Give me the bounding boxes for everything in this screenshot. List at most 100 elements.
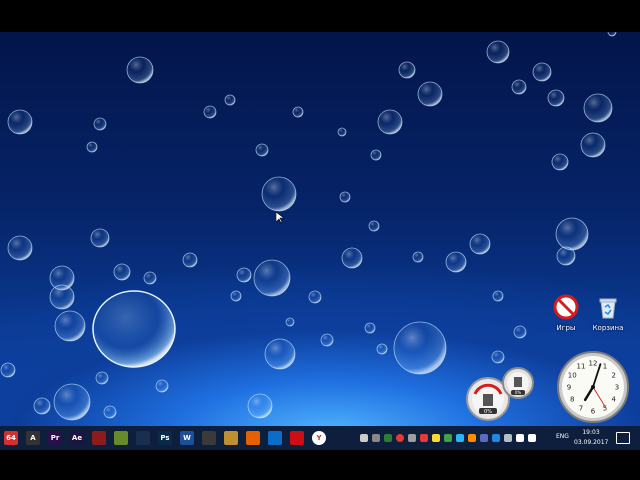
media-icon[interactable] (360, 434, 368, 442)
bubble (49, 284, 75, 310)
clock-numeral: 10 (568, 372, 577, 380)
clock-numeral: 3 (615, 384, 619, 392)
bubble (492, 290, 504, 302)
bubble (230, 290, 242, 302)
network-app-icon[interactable] (384, 434, 392, 442)
no-entry-icon (553, 294, 579, 320)
bubble (126, 56, 154, 84)
world-of-tanks-icon[interactable] (202, 431, 216, 445)
bubbles-wallpaper (0, 32, 617, 421)
taskbar-date: 03.09.2017 (574, 439, 609, 446)
bubble (398, 61, 416, 79)
bubble (555, 217, 589, 251)
bubble (292, 106, 304, 118)
pen-tool-icon[interactable] (136, 431, 150, 445)
power-icon[interactable] (444, 434, 452, 442)
bubble (412, 251, 424, 263)
bubble (285, 317, 295, 327)
bubble (511, 79, 527, 95)
bubble (0, 362, 16, 378)
bubble (377, 109, 403, 135)
desktop[interactable]: Игры Корзина 0% 0% 1 2 3 4 5 6 7 8 9 10 11 12 (0, 32, 640, 426)
update-icon[interactable] (468, 434, 476, 442)
security-icon[interactable] (408, 434, 416, 442)
record-icon[interactable] (396, 434, 404, 442)
bubble (264, 338, 296, 370)
word-icon[interactable]: W (180, 431, 194, 445)
taskbar-clock[interactable]: 19:03 03.09.2017 (574, 428, 608, 448)
bubble (93, 117, 107, 131)
folder-app-icon[interactable] (224, 431, 238, 445)
s-app-icon[interactable] (420, 434, 428, 442)
screen-letterbox (0, 450, 640, 480)
bubble (393, 321, 447, 375)
cpu-readout: 0% (484, 409, 492, 415)
bubble (583, 93, 613, 123)
speaker-icon[interactable] (528, 434, 536, 442)
bubble (607, 32, 617, 37)
taskbar-time: 19:03 (582, 429, 600, 436)
bubble (337, 127, 347, 137)
language-indicator[interactable]: ENG (556, 433, 569, 440)
bubble (33, 397, 51, 415)
notification-center-icon[interactable] (616, 432, 630, 444)
display-icon[interactable] (480, 434, 488, 442)
games-shortcut-label: Игры (556, 324, 576, 332)
yandex-browser-icon[interactable]: Y (312, 431, 326, 445)
photoshop-icon[interactable]: Ps (158, 431, 172, 445)
bubble (224, 94, 236, 106)
firefox-icon[interactable] (246, 431, 260, 445)
bubble (95, 371, 109, 385)
bubble (513, 325, 527, 339)
aimp-icon[interactable]: A (26, 431, 40, 445)
after-effects-icon[interactable]: Ae (70, 431, 84, 445)
bubble (143, 271, 157, 285)
bubble (103, 405, 117, 419)
clock-numeral: 8 (570, 396, 574, 404)
premiere-pro-icon[interactable]: Pr (48, 431, 62, 445)
clock-numeral: 9 (567, 384, 571, 392)
bubble (90, 228, 110, 248)
bubble (339, 191, 351, 203)
bubble (203, 105, 217, 119)
bubble (364, 322, 376, 334)
ram-icon (514, 377, 522, 387)
clock-numeral: 12 (589, 360, 598, 368)
cloud-icon[interactable] (456, 434, 464, 442)
recycle-bin[interactable]: Корзина (586, 294, 630, 332)
clock-center (591, 385, 595, 389)
bubble (469, 233, 491, 255)
volume-app-icon[interactable] (372, 434, 380, 442)
unknown-red-icon[interactable] (92, 431, 106, 445)
warning-icon[interactable] (432, 434, 440, 442)
bubble (532, 62, 552, 82)
clock-numeral: 1 (603, 363, 607, 371)
bubble (580, 132, 606, 158)
cloud-sync-icon[interactable] (492, 434, 500, 442)
clock-numeral: 11 (577, 363, 586, 371)
bubble (247, 393, 273, 419)
edge-icon[interactable] (268, 431, 282, 445)
games-shortcut[interactable]: Игры (544, 294, 588, 332)
fileplanet-icon[interactable] (114, 431, 128, 445)
bubble (253, 259, 291, 297)
bubble (370, 149, 382, 161)
bubble (54, 310, 86, 342)
mouse-cursor-icon (276, 212, 284, 224)
bubble (417, 81, 443, 107)
bubble (255, 143, 269, 157)
clock-numeral: 4 (612, 396, 617, 404)
messages-icon[interactable] (504, 434, 512, 442)
clock-numeral: 7 (579, 404, 583, 412)
aida64-icon[interactable]: 64 (4, 431, 18, 445)
bubble (556, 246, 576, 266)
bubble (320, 333, 334, 347)
clock-gadget[interactable]: 1234567891011 12 (556, 350, 630, 424)
bubble (376, 343, 388, 355)
wifi-icon[interactable] (516, 434, 524, 442)
cpu-meter-gadget[interactable]: 0% 0% (462, 366, 542, 424)
opera-icon[interactable] (290, 431, 304, 445)
clock-numeral: 2 (612, 372, 616, 380)
clock-numeral: 6 (591, 408, 596, 416)
taskbar-apps: 64 A Pr Ae Ps W Y (0, 431, 330, 445)
